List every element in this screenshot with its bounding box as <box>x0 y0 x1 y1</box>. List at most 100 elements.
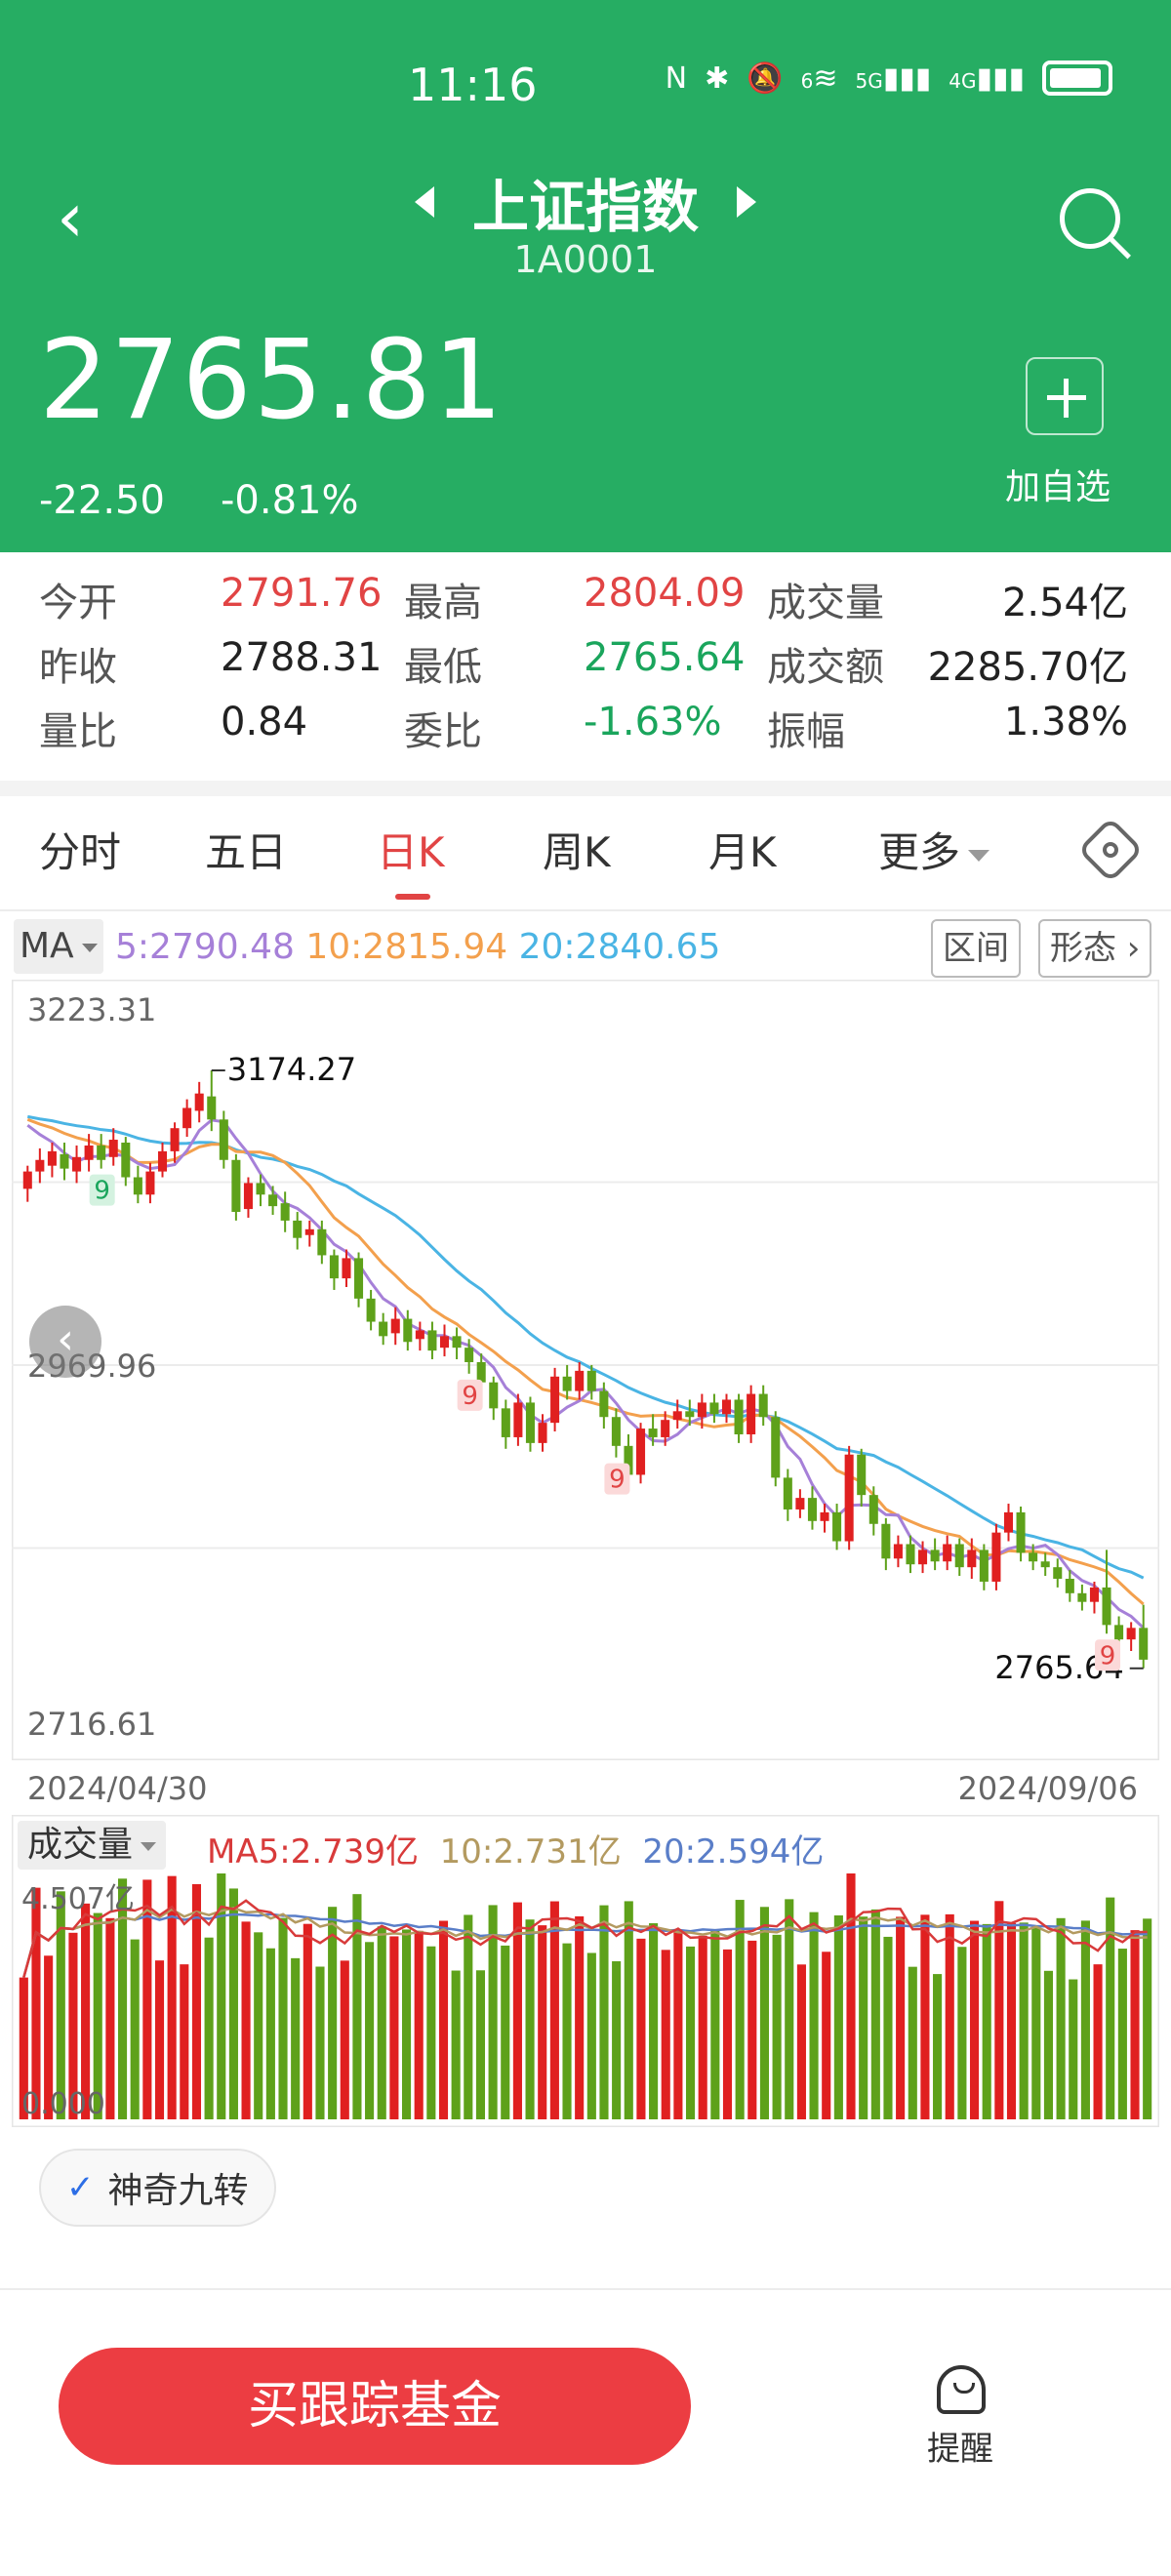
volume-bar <box>649 1923 659 2119</box>
volume-bar <box>994 1901 1004 2119</box>
open-value: 2791.76 <box>221 571 383 616</box>
volume-max-label: 4.507亿 <box>21 1882 135 1916</box>
chart-scroll-back-button[interactable]: ‹ <box>29 1306 101 1378</box>
stat-row-2: 昨收 2788.31 最低 2765.64 成交额 2285.70亿 <box>0 635 1171 694</box>
candle-body <box>857 1454 867 1496</box>
search-icon[interactable] <box>1060 188 1120 249</box>
next-stock-arrow-icon[interactable] <box>737 186 757 218</box>
volume-bar <box>933 1974 943 2119</box>
candle-body <box>1102 1587 1111 1626</box>
volume-bar <box>1143 1918 1152 2119</box>
high-value: 2804.09 <box>584 571 746 616</box>
range-button[interactable]: 区间 <box>931 919 1021 978</box>
candle-body <box>906 1544 915 1565</box>
tab-monthly-k[interactable]: 月K <box>708 820 777 879</box>
pattern-button[interactable]: 形态 › <box>1038 919 1152 978</box>
candle-body <box>697 1402 707 1418</box>
remind-label[interactable]: 提醒 <box>927 2422 993 2470</box>
ma-values: 5:2790.48 10:2815.94 20:2840.65 <box>115 927 720 967</box>
candle-body <box>795 1498 805 1509</box>
chart-end-date: 2024/09/06 <box>957 1770 1138 1807</box>
candle-body <box>868 1495 878 1524</box>
ma-selector[interactable]: MA <box>14 919 103 974</box>
magic-nine-chip[interactable]: ✓ 神奇九转 <box>39 2149 276 2227</box>
volume-bar <box>1106 1897 1115 2119</box>
volume-bar <box>525 1919 535 2119</box>
candle-body <box>354 1258 364 1299</box>
volume-bar <box>982 1923 991 2119</box>
candle-body <box>918 1550 928 1565</box>
stat-row-3: 量比 0.84 委比 -1.63% 振幅 1.38% <box>0 700 1171 758</box>
volume-bar <box>340 1960 349 2119</box>
volume-bar <box>685 1946 696 2119</box>
add-watchlist-button[interactable] <box>1026 357 1104 435</box>
volume-bar <box>759 1907 770 2119</box>
candle-body <box>415 1330 424 1340</box>
candle-body <box>452 1336 462 1348</box>
candle-body <box>231 1159 241 1213</box>
tab-five-day[interactable]: 五日 <box>205 820 287 879</box>
volume-bar <box>785 1899 794 2119</box>
candle-body <box>832 1511 842 1542</box>
volume-bar <box>624 1901 633 2119</box>
chart-start-date: 2024/04/30 <box>27 1770 208 1807</box>
volume-bar <box>883 1936 893 2119</box>
status-time: 11:16 <box>408 59 538 111</box>
prev-stock-arrow-icon[interactable] <box>414 186 434 218</box>
status-icons: N ✱ 🔕 6≋ 5G▮▮▮ 4G▮▮▮ <box>666 60 1112 96</box>
candle-body <box>293 1220 303 1238</box>
tab-more-label: 更多 <box>878 828 961 876</box>
ma-row: MA 5:2790.48 10:2815.94 20:2840.65 区间 形态… <box>0 909 1171 978</box>
buy-tracking-fund-button[interactable]: 买跟踪基金 <box>59 2348 691 2465</box>
volume-bar <box>1056 1917 1066 2119</box>
nine-marker-text: 9 <box>462 1382 478 1411</box>
candle-body <box>575 1370 585 1391</box>
prev-close-label: 昨收 <box>39 645 117 690</box>
alarm-icon[interactable] <box>937 2365 986 2414</box>
section-divider <box>0 781 1171 796</box>
candle-body <box>182 1107 192 1129</box>
candle-body <box>1089 1587 1099 1602</box>
kline-chart[interactable]: 3223.312969.962716.613174.272765.649999 <box>12 980 1159 1760</box>
candle-body <box>280 1203 290 1221</box>
volume-bar <box>303 1923 312 2119</box>
add-watchlist-label[interactable]: 加自选 <box>1005 459 1110 509</box>
tab-weekly-k[interactable]: 周K <box>543 820 611 879</box>
stock-code: 1A0001 <box>513 238 658 281</box>
volume-bar <box>265 1948 275 2119</box>
candle-body <box>427 1330 437 1351</box>
stock-header: 11:16 N ✱ 🔕 6≋ 5G▮▮▮ 4G▮▮▮ ‹ 上证指数 1A0001… <box>0 0 1171 552</box>
amplitude-label: 振幅 <box>767 709 845 754</box>
candle-body <box>979 1550 989 1582</box>
candle-body <box>943 1544 952 1562</box>
candle-body <box>1003 1511 1014 1533</box>
volume-bar <box>56 1891 65 2119</box>
volume-selector[interactable]: 成交量 <box>18 1821 167 1870</box>
volume-bar <box>612 1960 622 2119</box>
volume-bar <box>747 1940 757 2119</box>
max-price-label: 3174.27 <box>227 1051 356 1088</box>
volume-bar <box>661 1950 670 2119</box>
tab-intraday[interactable]: 分时 <box>39 820 121 879</box>
volume-bar <box>278 1917 288 2119</box>
candle-body <box>562 1376 572 1391</box>
nfc-icon: N <box>665 60 688 96</box>
low-value: 2765.64 <box>584 635 746 680</box>
volume-bar <box>599 1905 609 2119</box>
tab-daily-k[interactable]: 日K <box>377 820 445 879</box>
volume-bar <box>414 1930 424 2119</box>
nine-marker-text: 9 <box>1100 1641 1116 1670</box>
volume-bar <box>228 1888 238 2119</box>
vol-ratio-value: 0.84 <box>221 700 308 745</box>
volume-bar <box>870 1909 880 2119</box>
volume-header: 成交量 MA5:2.739亿 10:2.731亿 20:2.594亿 <box>0 1817 1171 1875</box>
bluetooth-icon: ✱ <box>705 60 730 96</box>
candle-body <box>721 1399 732 1415</box>
title-row: 上证指数 <box>0 161 1171 243</box>
volume-bar <box>859 1916 868 2119</box>
candle-body <box>881 1523 891 1559</box>
tab-more[interactable]: 更多 <box>878 820 990 879</box>
candle-body <box>108 1140 118 1157</box>
volume-bar <box>698 1935 707 2119</box>
vol-ma5: MA5:2.739亿 <box>207 1832 420 1872</box>
